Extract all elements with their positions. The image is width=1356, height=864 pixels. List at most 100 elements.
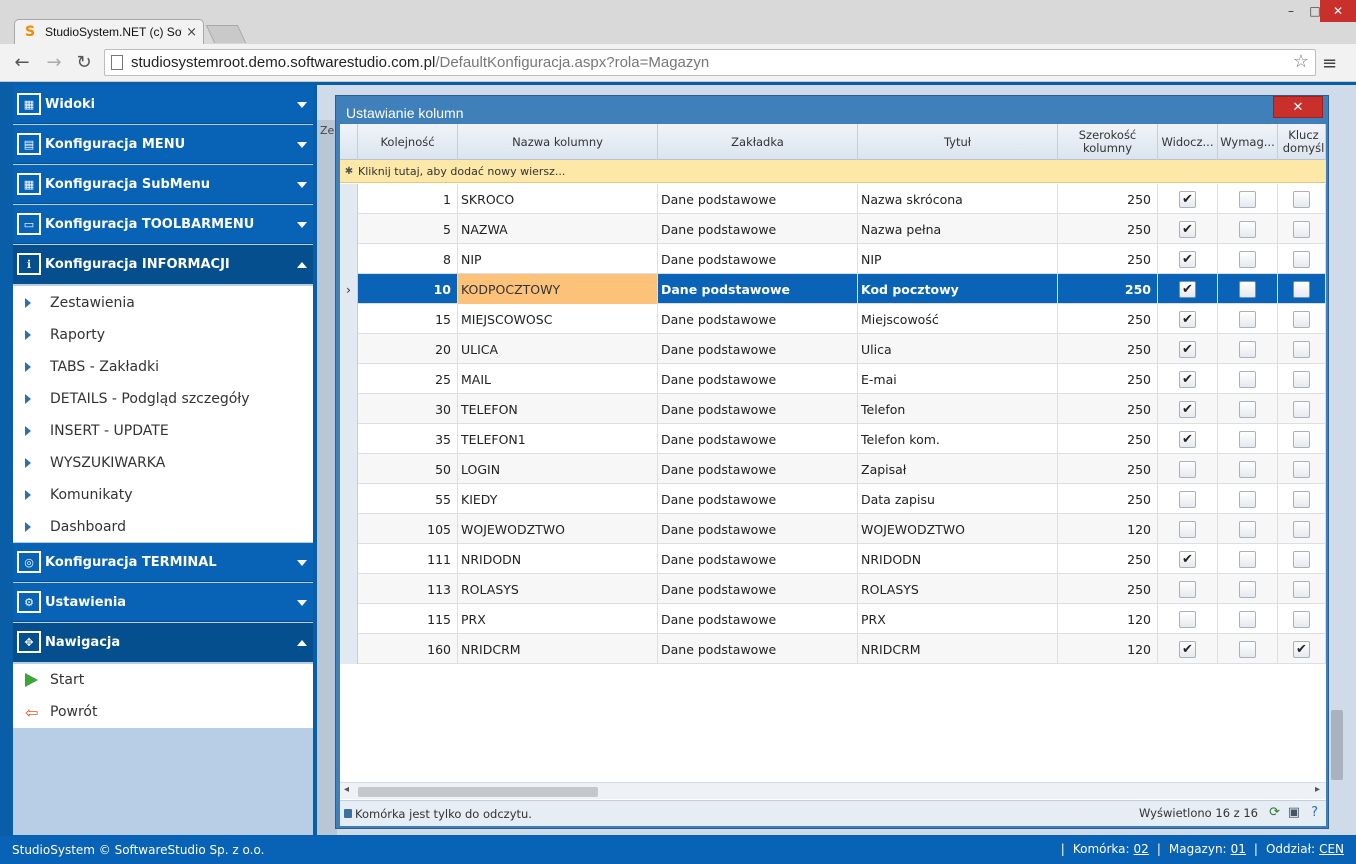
default-key-checkbox[interactable]	[1293, 460, 1310, 478]
default-key-checkbox[interactable]	[1293, 310, 1310, 328]
sidebar-section-nawigacja[interactable]: ✥ Nawigacja	[13, 623, 313, 662]
default-key-checkbox[interactable]	[1293, 340, 1310, 358]
sidebar-section-widoki[interactable]: ▦ Widoki	[13, 85, 313, 124]
scroll-left-icon[interactable]: ◂	[344, 784, 349, 795]
window-close-button[interactable]: ✕	[1320, 0, 1356, 22]
sidebar-item-wyszukiwarka[interactable]: WYSZUKIWARKA	[13, 447, 313, 479]
visible-checkbox[interactable]: ✔	[1179, 400, 1196, 418]
cell-nazwa-kolumny[interactable]: ULICA	[458, 334, 658, 364]
header-klucz-domyslny[interactable]: Klucz domyśl	[1278, 124, 1326, 160]
required-checkbox[interactable]	[1239, 250, 1256, 268]
sidebar-section-konfiguracja-menu[interactable]: ▤ Konfiguracja MENU	[13, 125, 313, 164]
cell-kolejnosc[interactable]: 35	[358, 424, 458, 454]
cell-szerokosc[interactable]: 120	[1058, 514, 1158, 544]
back-arrow-icon[interactable]: ←	[10, 52, 34, 73]
cell-zakladka[interactable]: Dane podstawowe	[658, 394, 858, 424]
visible-checkbox[interactable]: ✔	[1179, 550, 1196, 568]
cell-szerokosc[interactable]: 250	[1058, 454, 1158, 484]
header-tytul[interactable]: Tytuł	[858, 124, 1058, 160]
cell-szerokosc[interactable]: 250	[1058, 184, 1158, 214]
cell-tytul[interactable]: NRIDCRM	[858, 634, 1058, 664]
required-checkbox[interactable]	[1239, 400, 1256, 418]
cell-kolejnosc[interactable]: 115	[358, 604, 458, 634]
cell-zakladka[interactable]: Dane podstawowe	[658, 514, 858, 544]
horizontal-scroll-thumb[interactable]	[358, 787, 598, 797]
cell-nazwa-kolumny[interactable]: SKROCO	[458, 184, 658, 214]
row-indicator[interactable]	[340, 484, 358, 514]
cell-kolejnosc[interactable]: 55	[358, 484, 458, 514]
default-key-checkbox[interactable]	[1293, 430, 1310, 448]
cell-kolejnosc[interactable]: 113	[358, 574, 458, 604]
sidebar-item-raporty[interactable]: Raporty	[13, 319, 313, 351]
cell-szerokosc[interactable]: 250	[1058, 334, 1158, 364]
table-row[interactable]: 35 TELEFON1 Dane podstawowe Telefon kom. 250…	[340, 424, 1326, 454]
row-indicator[interactable]	[340, 604, 358, 634]
row-indicator[interactable]	[340, 364, 358, 394]
header-widoczna[interactable]: Widocz...	[1158, 124, 1218, 160]
cell-kolejnosc[interactable]: 30	[358, 394, 458, 424]
required-checkbox[interactable]	[1239, 220, 1256, 238]
cell-tytul[interactable]: ROLASYS	[858, 574, 1058, 604]
cell-zakladka[interactable]: Dane podstawowe	[658, 574, 858, 604]
cell-nazwa-kolumny[interactable]: LOGIN	[458, 454, 658, 484]
default-key-checkbox[interactable]	[1293, 190, 1310, 208]
cell-nazwa-kolumny[interactable]: NRIDCRM	[458, 634, 658, 664]
cell-tytul[interactable]: E-mai	[858, 364, 1058, 394]
required-checkbox[interactable]	[1239, 520, 1256, 538]
cell-zakladka[interactable]: Dane podstawowe	[658, 334, 858, 364]
visible-checkbox[interactable]: ✔	[1179, 430, 1196, 448]
default-key-checkbox[interactable]	[1293, 280, 1310, 298]
row-indicator[interactable]	[340, 574, 358, 604]
cell-szerokosc[interactable]: 250	[1058, 484, 1158, 514]
row-indicator[interactable]	[340, 544, 358, 574]
cell-nazwa-kolumny[interactable]: KODPOCZTOWY	[458, 274, 658, 304]
visible-checkbox[interactable]: ✔	[1179, 310, 1196, 328]
cell-kolejnosc[interactable]: 160	[358, 634, 458, 664]
default-key-checkbox[interactable]	[1293, 250, 1310, 268]
cell-kolejnosc[interactable]: 111	[358, 544, 458, 574]
cell-szerokosc[interactable]: 250	[1058, 364, 1158, 394]
default-key-checkbox[interactable]	[1293, 400, 1310, 418]
row-indicator[interactable]	[340, 304, 358, 334]
sidebar-section-konfiguracja-toolbarmenu[interactable]: ▭ Konfiguracja TOOLBARMENU	[13, 205, 313, 244]
table-row[interactable]: 5 NAZWA Dane podstawowe Nazwa pełna 250 ✔	[340, 214, 1326, 244]
cell-kolejnosc[interactable]: 15	[358, 304, 458, 334]
row-indicator[interactable]	[340, 184, 358, 214]
bookmark-star-icon[interactable]: ☆	[1293, 51, 1309, 72]
cell-nazwa-kolumny[interactable]: MIEJSCOWOSC	[458, 304, 658, 334]
row-indicator[interactable]	[340, 514, 358, 544]
cell-tytul[interactable]: Nazwa skrócona	[858, 184, 1058, 214]
cell-tytul[interactable]: NIP	[858, 244, 1058, 274]
sidebar-item-details[interactable]: DETAILS - Podgląd szczegóły	[13, 383, 313, 415]
visible-checkbox[interactable]: ✔	[1179, 190, 1196, 208]
cell-tytul[interactable]: Telefon	[858, 394, 1058, 424]
table-row[interactable]: 50 LOGIN Dane podstawowe Zapisał 250	[340, 454, 1326, 484]
row-indicator[interactable]	[340, 394, 358, 424]
sidebar-section-konfiguracja-terminal[interactable]: ◎ Konfiguracja TERMINAL	[13, 543, 313, 582]
cell-nazwa-kolumny[interactable]: WOJEWODZTWO	[458, 514, 658, 544]
cell-nazwa-kolumny[interactable]: NIP	[458, 244, 658, 274]
cell-zakladka[interactable]: Dane podstawowe	[658, 634, 858, 664]
visible-checkbox[interactable]: ✔	[1179, 280, 1196, 298]
page-vertical-scrollbar[interactable]	[1329, 120, 1345, 835]
cell-szerokosc[interactable]: 250	[1058, 304, 1158, 334]
required-checkbox[interactable]	[1239, 370, 1256, 388]
table-row[interactable]: 111 NRIDODN Dane podstawowe NRIDODN 250 ✔	[340, 544, 1326, 574]
cell-szerokosc[interactable]: 250	[1058, 544, 1158, 574]
cell-zakladka[interactable]: Dane podstawowe	[658, 484, 858, 514]
sidebar-item-start[interactable]: Start	[13, 664, 313, 696]
visible-checkbox[interactable]	[1179, 520, 1196, 538]
cell-kolejnosc[interactable]: 25	[358, 364, 458, 394]
warehouse-value-link[interactable]: 01	[1231, 842, 1246, 856]
table-row[interactable]: › 10 KODPOCZTOWY Dane podstawowe Kod pocztow…	[340, 274, 1326, 304]
required-checkbox[interactable]	[1239, 610, 1256, 628]
visible-checkbox[interactable]: ✔	[1179, 220, 1196, 238]
cell-zakladka[interactable]: Dane podstawowe	[658, 544, 858, 574]
cell-nazwa-kolumny[interactable]: ROLASYS	[458, 574, 658, 604]
table-row[interactable]: 1 SKROCO Dane podstawowe Nazwa skrócona 250 ✔	[340, 184, 1326, 214]
cell-szerokosc[interactable]: 120	[1058, 604, 1158, 634]
required-checkbox[interactable]	[1239, 280, 1256, 298]
forward-arrow-icon[interactable]: →	[42, 52, 66, 73]
sidebar-section-ustawienia[interactable]: ⚙ Ustawienia	[13, 583, 313, 622]
address-bar[interactable]: studiosystemroot.demo.softwarestudio.com…	[104, 49, 1316, 76]
